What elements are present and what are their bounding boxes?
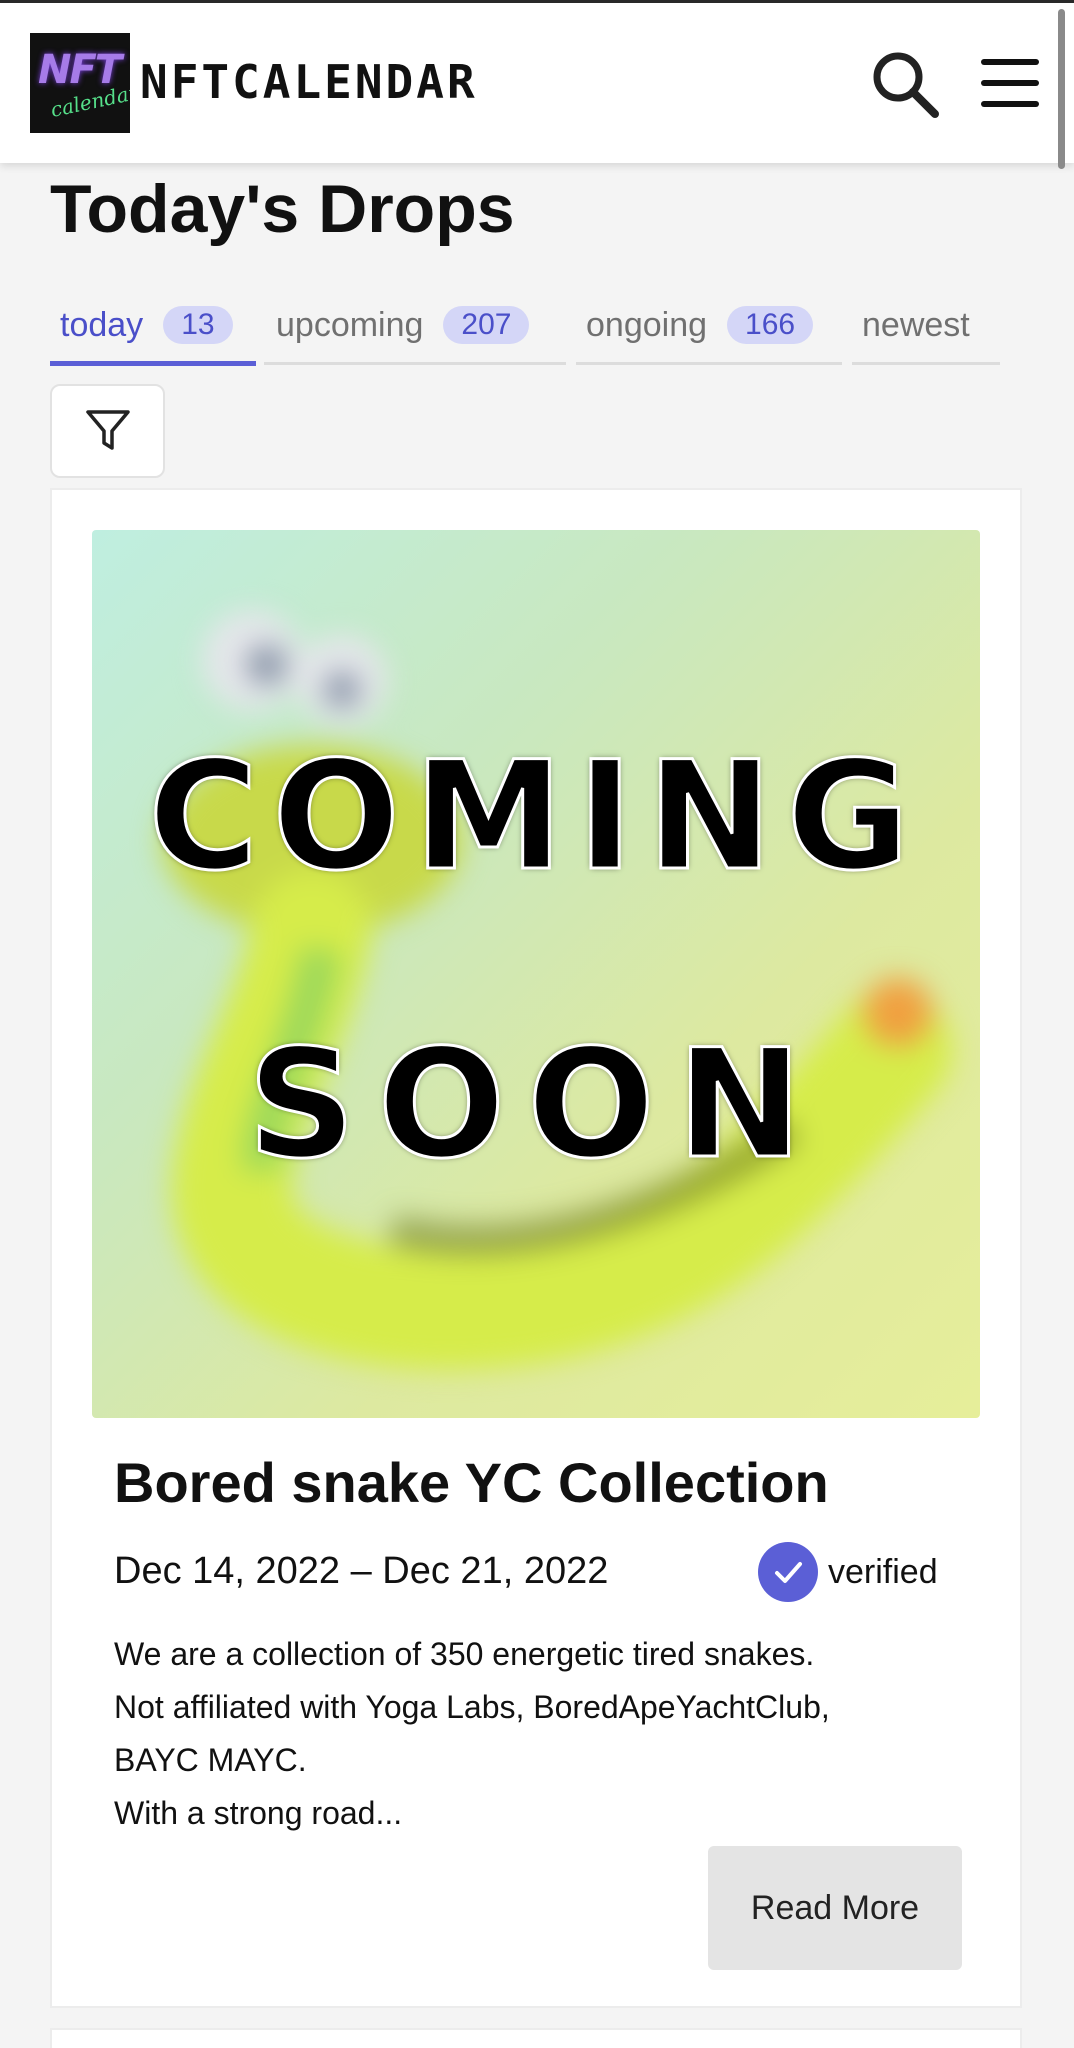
tab-newest[interactable]: newest xyxy=(862,285,970,365)
site-header: NFT calendar NFTCALENDAR xyxy=(0,3,1074,169)
verified-label: verified xyxy=(828,1552,938,1591)
tab-label: newest xyxy=(862,305,970,344)
search-icon xyxy=(873,52,939,118)
brand-name[interactable]: NFTCALENDAR xyxy=(140,55,478,109)
drop-card[interactable]: COMING SOON Bored snake YC Collection De… xyxy=(50,488,1022,2008)
filter-button[interactable] xyxy=(50,384,165,478)
description-line: With a strong road... xyxy=(114,1795,403,1831)
count-badge: 166 xyxy=(727,306,814,344)
description-line: Not affiliated with Yoga Labs, BoredApeY… xyxy=(114,1689,830,1725)
drop-image[interactable]: COMING SOON xyxy=(92,530,980,1418)
tab-label: upcoming xyxy=(276,305,424,344)
next-drop-card[interactable] xyxy=(50,2028,1022,2048)
description-line: BAYC MAYC. xyxy=(114,1742,307,1778)
count-badge: 13 xyxy=(163,306,233,344)
funnel-icon xyxy=(85,410,130,450)
tab-ongoing[interactable]: ongoing 166 xyxy=(586,285,814,365)
drop-description: We are a collection of 350 energetic tir… xyxy=(114,1628,974,1840)
tab-today[interactable]: today 13 xyxy=(60,285,233,365)
logo[interactable]: NFT calendar xyxy=(30,33,130,133)
tab-underline-active xyxy=(50,361,256,366)
tab-label: ongoing xyxy=(586,305,708,344)
drop-title[interactable]: Bored snake YC Collection xyxy=(114,1450,829,1515)
tab-bar: today 13 upcoming 207 ongoing 166 newest xyxy=(50,285,1000,366)
page-title: Today's Drops xyxy=(50,171,515,247)
tab-underline xyxy=(852,362,1000,365)
coming-overlay-text: COMING xyxy=(147,729,924,906)
menu-button[interactable] xyxy=(975,53,1045,113)
tab-label: today xyxy=(60,305,144,344)
tab-underline xyxy=(576,362,842,365)
scrollbar[interactable] xyxy=(1058,9,1065,169)
blurred-snake-art xyxy=(162,610,952,1370)
menu-icon xyxy=(981,59,1039,107)
check-icon xyxy=(758,1542,818,1602)
read-more-button[interactable]: Read More xyxy=(708,1846,962,1970)
tab-underline xyxy=(264,362,566,365)
drop-dates: Dec 14, 2022 – Dec 21, 2022 xyxy=(114,1550,609,1592)
soon-overlay-text: SOON xyxy=(246,1017,825,1194)
description-line: We are a collection of 350 energetic tir… xyxy=(114,1636,815,1672)
count-badge: 207 xyxy=(443,306,530,344)
verified-badge: verified xyxy=(758,1542,938,1602)
search-button[interactable] xyxy=(868,47,944,123)
tab-upcoming[interactable]: upcoming 207 xyxy=(276,285,530,365)
